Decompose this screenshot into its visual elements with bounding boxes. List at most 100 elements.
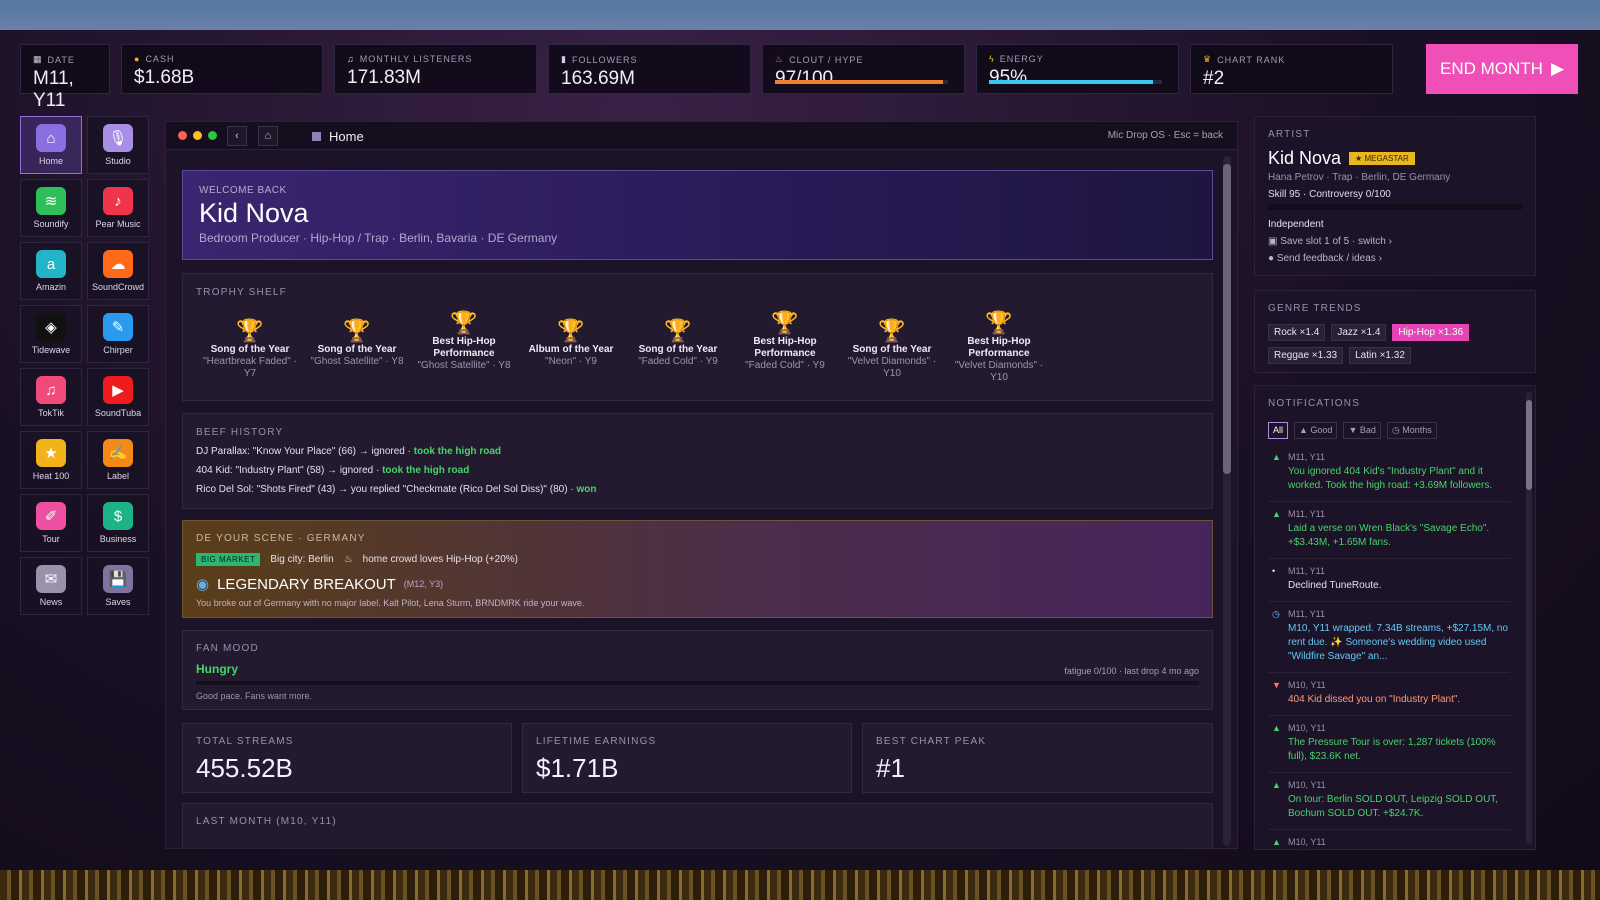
background-ground (0, 870, 1600, 900)
megastar-badge: ★ MEGASTAR (1349, 152, 1415, 165)
last-month-card: LAST MONTH (M10, Y11) (182, 803, 1213, 848)
minimize-dot-icon[interactable] (193, 131, 202, 140)
dock-app-heat-100[interactable]: ★ Heat 100 (20, 431, 82, 489)
main-window: ‹ ⌂ Home Mic Drop OS · Esc = back WELCOM… (165, 121, 1238, 849)
scene-note: You broke out of Germany with no major l… (196, 598, 585, 608)
genre-chip: Latin ×1.32 (1349, 347, 1411, 364)
big-market-badge: BIG MARKET (196, 553, 261, 566)
stat-chart-rank: ♛ CHART RANK #2 (1190, 44, 1393, 94)
trophy-icon: 🏆 (557, 318, 585, 343)
dock-app-soundtuba[interactable]: ▶ SoundTuba (87, 368, 149, 426)
trophy-item: 🏆 Song of the Year "Velvet Diamonds" · Y10 (838, 318, 946, 380)
breakout-heading: ◉ LEGENDARY BREAKOUT (M12, Y3) (196, 575, 444, 594)
dock-app-studio[interactable]: 🎙 Studio (87, 116, 149, 174)
back-button[interactable]: ‹ (227, 126, 247, 146)
home-icon: ⌂ (264, 130, 272, 142)
notification-filter[interactable]: ▼ Bad (1343, 422, 1381, 439)
stat-date: ▦ DATE M11, Y11 (20, 44, 110, 111)
artist-name-heading: Kid Nova (199, 198, 309, 228)
artist-name: Kid Nova (1268, 148, 1342, 168)
dock-app-soundcrowd[interactable]: ☁ SoundCrowd (87, 242, 149, 300)
stat-date-value: M11, Y11 (33, 68, 74, 111)
fan-mood-value: Hungry (196, 662, 238, 676)
chirper-icon: ✎ (103, 313, 133, 341)
coin-icon: ● (134, 54, 141, 64)
dock-app-label[interactable]: ✍ Label (87, 431, 149, 489)
genre-chip: Jazz ×1.4 (1331, 324, 1387, 341)
notification-filter[interactable]: ◷ Months (1386, 422, 1437, 439)
soundify-icon: ≋ (36, 187, 66, 215)
dock-app-label: Amazin (35, 282, 66, 292)
dock-app-saves[interactable]: 💾 Saves (87, 557, 149, 615)
artist-panel: ARTIST Kid Nova ★ MEGASTAR Hana Petrov · … (1254, 116, 1536, 276)
notifications-scroll-thumb[interactable] (1526, 400, 1532, 490)
notification-item: • M11, Y11 Declined TuneRoute. (1268, 566, 1510, 602)
dock-app-home[interactable]: ⌂ Home (20, 116, 82, 174)
beef-entry: Rico Del Sol: "Shots Fired" (43) → you r… (196, 484, 597, 495)
dock-app-amazin[interactable]: a Amazin (20, 242, 82, 300)
notification-marker-icon: ▼ (1272, 680, 1281, 690)
notification-filter[interactable]: ▲ Good (1294, 422, 1338, 439)
home-icon: ⌂ (36, 124, 66, 152)
window-titlebar: ‹ ⌂ Home Mic Drop OS · Esc = back (166, 122, 1237, 150)
beef-result: took the high road (413, 446, 501, 457)
news-icon: ✉ (36, 565, 66, 593)
dock-app-soundify[interactable]: ≋ Soundify (20, 179, 82, 237)
trophy-icon: 🏆 (771, 310, 799, 335)
clout-bar (775, 80, 948, 84)
dock-app-label: Chirper (103, 345, 133, 355)
energy-bar-fill (989, 80, 1154, 84)
fatigue-bar (196, 681, 1199, 685)
dock-app-tour[interactable]: ✐ Tour (20, 494, 82, 552)
stat-clout-value: 97/100 (775, 68, 834, 89)
dock-app-label: Label (106, 471, 130, 481)
best-chart-peak-card: BEST CHART PEAK #1 (862, 723, 1213, 793)
dock-app-label: Home (38, 156, 63, 166)
trophy-item: 🏆 Song of the Year "Faded Cold" · Y9 (624, 318, 732, 368)
dock-app-label: SoundCrowd (91, 282, 145, 292)
notification-filter[interactable]: All (1268, 422, 1289, 439)
dock-app-label: Heat 100 (32, 471, 70, 481)
dock-app-chirper[interactable]: ✎ Chirper (87, 305, 149, 363)
save-slot-link[interactable]: ▣ Save slot 1 of 5 · switch › (1268, 236, 1522, 247)
beef-result: won (576, 484, 597, 495)
headphones-icon: ♫ (347, 54, 355, 64)
home-button[interactable]: ⌂ (258, 126, 278, 146)
dock-app-news[interactable]: ✉ News (20, 557, 82, 615)
notification-item: ◷ M11, Y11 M10, Y11 wrapped. 7.34B streams… (1268, 609, 1510, 673)
end-month-button[interactable]: END MONTH ▶ (1426, 44, 1578, 94)
lightning-icon: ϟ (989, 54, 995, 64)
artist-subtitle: Bedroom Producer · Hip-Hop / Trap · Berl… (199, 231, 558, 245)
trophy-icon: 🏆 (236, 318, 264, 343)
total-streams-card: TOTAL STREAMS 455.52B (182, 723, 512, 793)
globe-icon: ◉ (196, 576, 210, 593)
lifetime-earnings-card: LIFETIME EARNINGS $1.71B (522, 723, 852, 793)
dock-app-business[interactable]: $ Business (87, 494, 149, 552)
artist-details: Hana Petrov · Trap · Berlin, DE Germany (1268, 172, 1451, 183)
dock-app-toktik[interactable]: ♫ TokTik (20, 368, 82, 426)
stat-rank-value: #2 (1203, 68, 1225, 89)
notification-marker-icon: ▲ (1272, 509, 1281, 519)
dock-app-label: Pear Music (95, 219, 141, 229)
dock-app-pear-music[interactable]: ♪ Pear Music (87, 179, 149, 237)
clout-bar-fill (775, 80, 943, 84)
heat-100-icon: ★ (36, 439, 66, 467)
floppy-icon: ▣ (1268, 236, 1278, 247)
maximize-dot-icon[interactable] (208, 131, 217, 140)
genre-chip: Hip-Hop ×1.36 (1392, 324, 1470, 341)
label-status: Independent (1268, 219, 1324, 230)
feedback-link[interactable]: ● Send feedback / ideas › (1268, 253, 1522, 264)
notification-item: ▲ M10, Y11 (1268, 837, 1510, 849)
chevron-left-icon: ‹ (235, 130, 239, 142)
trophy-shelf: TROPHY SHELF 🏆 Song of the Year "Heartbrea… (182, 273, 1213, 401)
notifications-panel: NOTIFICATIONS All ▲ Good ▼ Bad ◷ Months ▲ M1… (1254, 385, 1536, 850)
dock-app-label: Tour (42, 534, 60, 544)
beef-result: took the high road (382, 465, 470, 476)
notification-marker-icon: ◷ (1272, 609, 1280, 619)
notification-marker-icon: • (1272, 566, 1276, 576)
scrollbar-thumb[interactable] (1223, 164, 1231, 474)
play-icon: ▶ (1550, 59, 1565, 78)
dock-app-tidewave[interactable]: ◈ Tidewave (20, 305, 82, 363)
trophy-icon: 🏆 (985, 310, 1013, 335)
close-dot-icon[interactable] (178, 131, 187, 140)
